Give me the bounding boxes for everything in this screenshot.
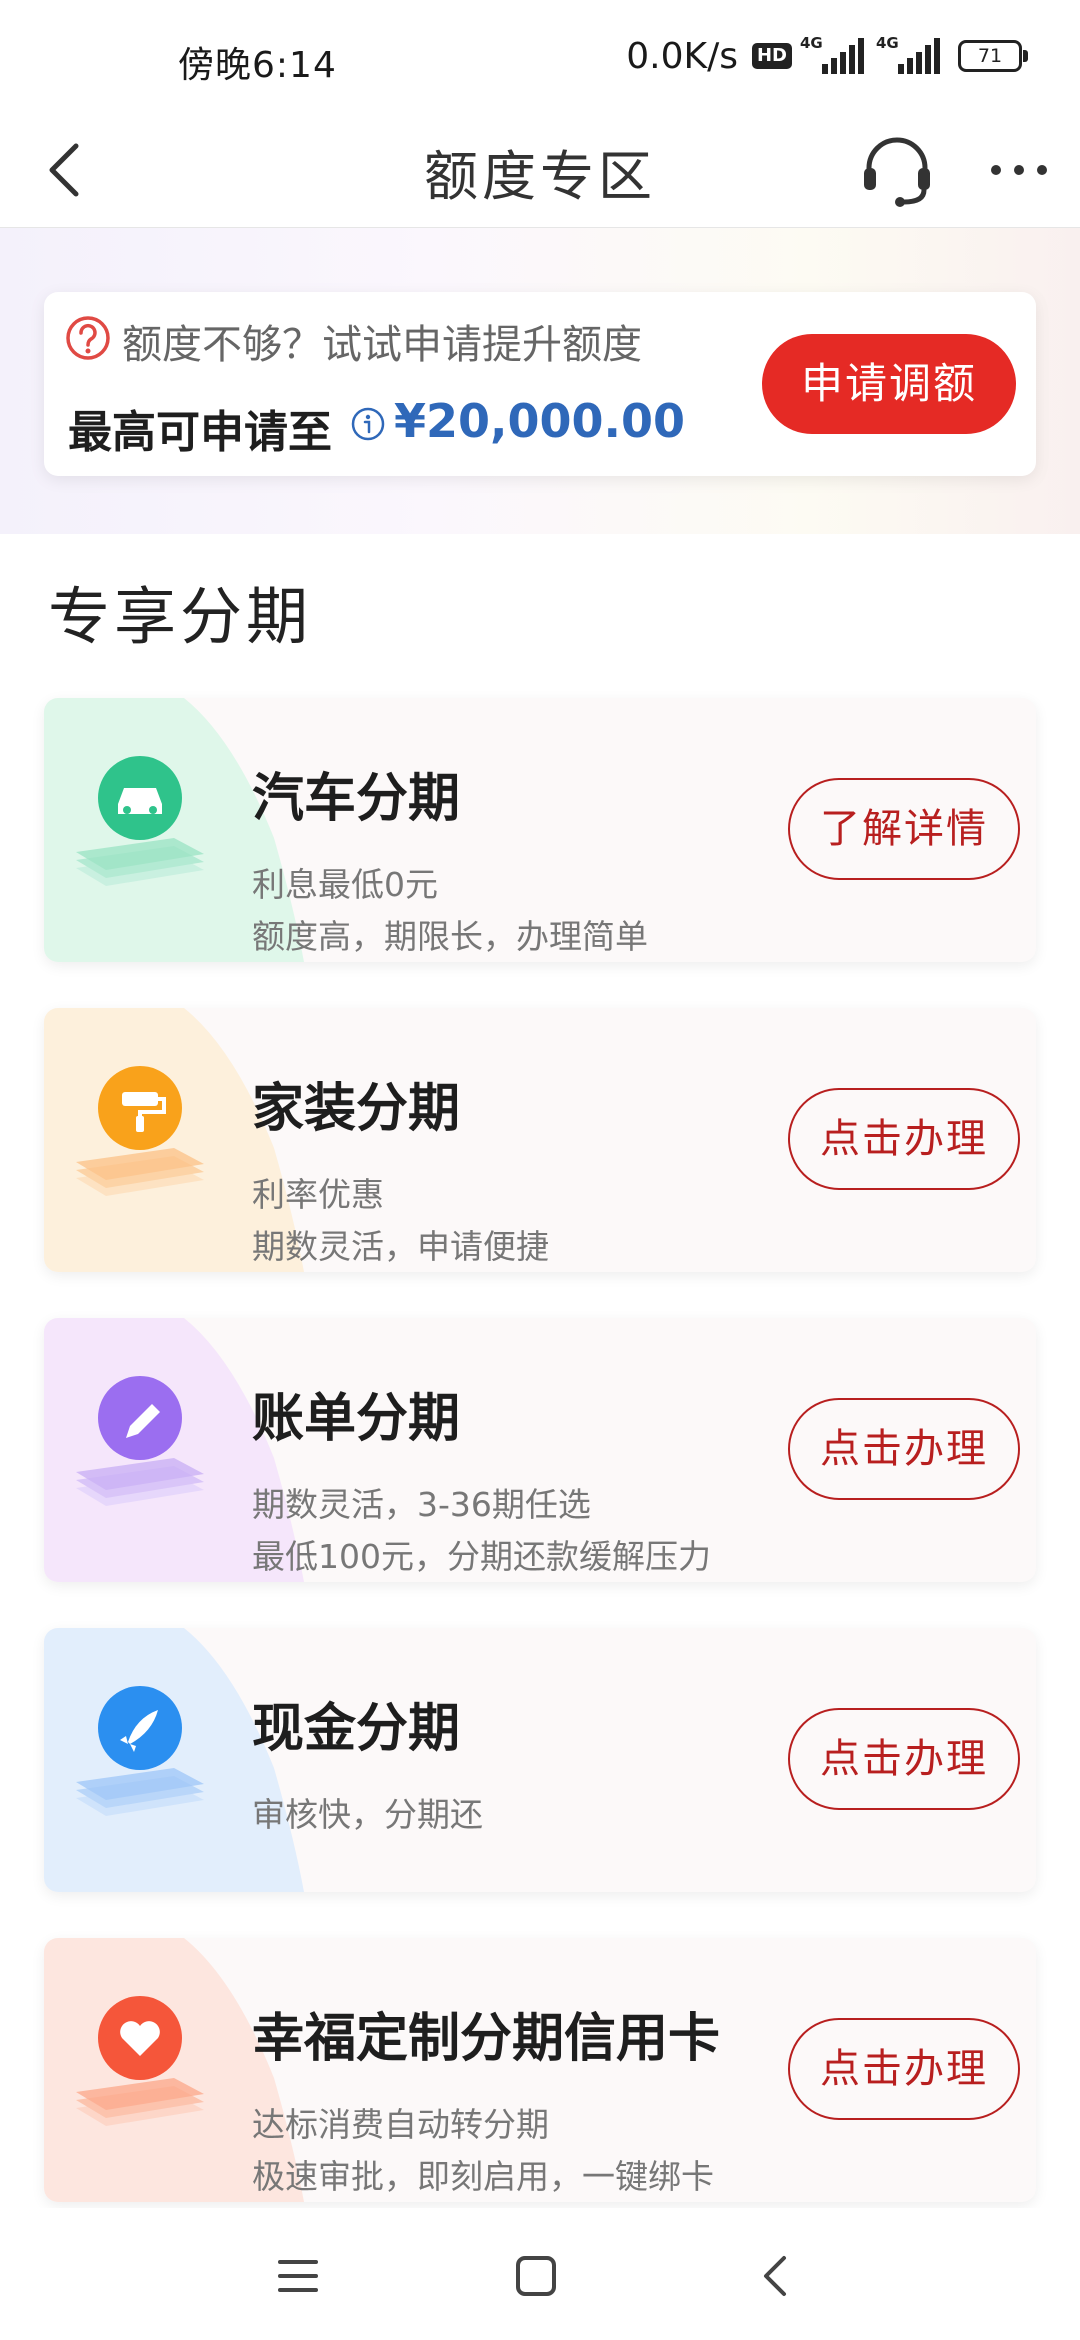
pen-icon xyxy=(54,1368,224,1538)
product-title: 现金分期 xyxy=(252,1699,461,1759)
product-desc-line1: 期数灵活，3-36期任选 xyxy=(252,1485,591,1524)
menu-icon[interactable] xyxy=(268,2248,328,2304)
battery-level: 71 xyxy=(977,45,1003,67)
product-desc-line2: 期数灵活，申请便捷 xyxy=(252,1227,549,1266)
apply-quota-adjust-button[interactable]: 申请调额 xyxy=(762,334,1016,434)
max-quota-amount: ¥20,000.00 xyxy=(394,394,686,448)
apply-button[interactable]: 点击办理 xyxy=(788,1398,1020,1500)
apply-button[interactable]: 点击办理 xyxy=(788,1088,1020,1190)
status-time: 傍晚6:14 xyxy=(178,45,337,86)
question-icon xyxy=(64,314,112,362)
product-desc-line2: 极速审批，即刻启用，一键绑卡 xyxy=(252,2157,714,2196)
battery-icon: 71 xyxy=(958,40,1028,72)
product-title: 家装分期 xyxy=(252,1079,461,1139)
paint-roller-icon xyxy=(54,1058,224,1228)
product-card-car-installment[interactable]: 汽车分期 利息最低0元 额度高，期限长，办理简单 了解详情 xyxy=(44,698,1036,962)
rocket-icon xyxy=(54,1678,224,1848)
product-desc-line1: 达标消费自动转分期 xyxy=(252,2105,549,2144)
product-title: 汽车分期 xyxy=(252,769,461,829)
home-icon[interactable] xyxy=(506,2248,566,2304)
quota-card: 额度不够？试试申请提升额度 最高可申请至 ¥20,000.00 申请调额 xyxy=(44,292,1036,476)
product-desc-line1: 审核快，分期还 xyxy=(252,1795,483,1834)
network-speed: 0.0K/s xyxy=(626,35,738,77)
status-indicators: 0.0K/s HD 4G 4G 71 xyxy=(626,34,1028,78)
section-title: 专享分期 xyxy=(48,580,313,653)
info-icon[interactable] xyxy=(350,406,386,442)
product-card-home-decor-installment[interactable]: 家装分期 利率优惠 期数灵活，申请便捷 点击办理 xyxy=(44,1008,1036,1272)
product-card-bill-installment[interactable]: 账单分期 期数灵活，3-36期任选 最低100元，分期还款缓解压力 点击办理 xyxy=(44,1318,1036,1582)
system-navigation-bar xyxy=(0,2208,1080,2340)
product-desc-line2: 额度高，期限长，办理简单 xyxy=(252,917,648,956)
product-title: 账单分期 xyxy=(252,1389,461,1449)
learn-more-button[interactable]: 了解详情 xyxy=(788,778,1020,880)
product-desc-line2: 最低100元，分期还款缓解压力 xyxy=(252,1537,711,1576)
car-icon xyxy=(54,748,224,918)
product-desc-line1: 利息最低0元 xyxy=(252,865,438,904)
more-icon[interactable] xyxy=(986,152,1052,188)
status-bar: 傍晚6:14 0.0K/s HD 4G 4G 71 xyxy=(0,0,1080,112)
quota-tip-text: 额度不够？试试申请提升额度 xyxy=(122,322,642,368)
product-card-cash-installment[interactable]: 现金分期 审核快，分期还 点击办理 xyxy=(44,1628,1036,1892)
product-desc-line1: 利率优惠 xyxy=(252,1175,384,1214)
back-icon[interactable] xyxy=(746,2248,806,2304)
top-navigation-bar: 额度专区 xyxy=(0,112,1080,228)
hd-voice-badge: HD xyxy=(751,43,792,69)
apply-button[interactable]: 点击办理 xyxy=(788,1708,1020,1810)
heart-icon xyxy=(54,1988,224,2158)
apply-button[interactable]: 点击办理 xyxy=(788,2018,1020,2120)
signal-strength-icon: 4G xyxy=(876,34,944,76)
product-card-custom-credit-card[interactable]: 幸福定制分期信用卡 达标消费自动转分期 极速审批，即刻启用，一键绑卡 点击办理 xyxy=(44,1938,1036,2202)
headset-icon[interactable] xyxy=(860,130,934,210)
signal-strength-icon: 4G xyxy=(800,34,868,76)
product-title: 幸福定制分期信用卡 xyxy=(252,2009,721,2069)
max-quota-label: 最高可申请至 xyxy=(68,407,332,458)
